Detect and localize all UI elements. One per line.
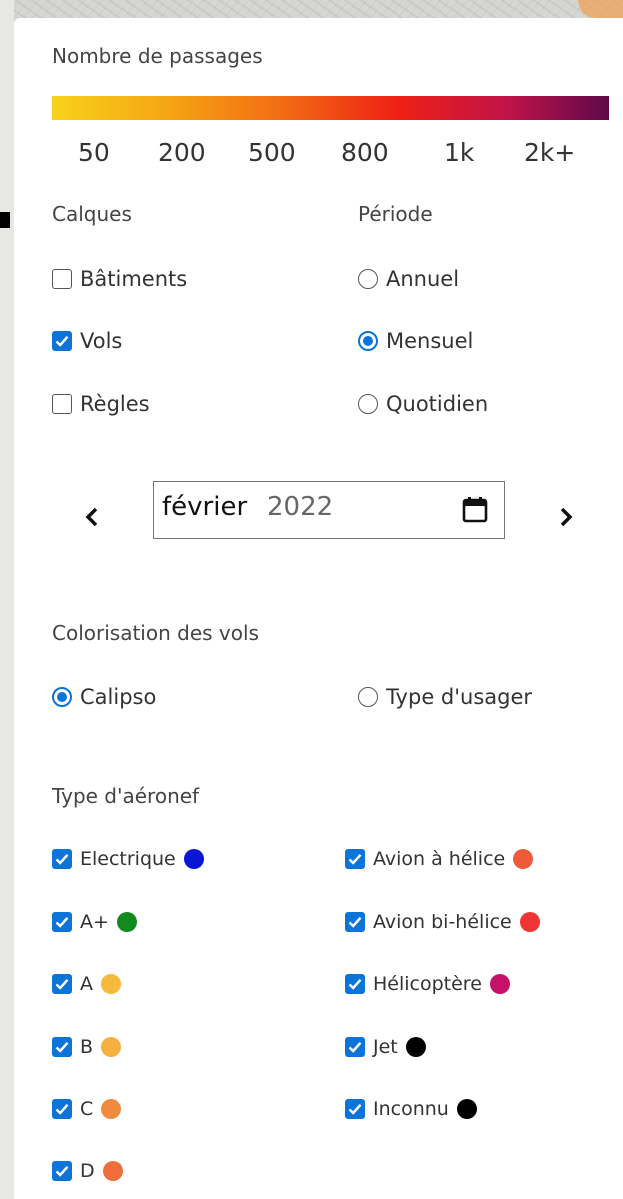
color-dot-icon: [456, 1099, 477, 1119]
radio-icon[interactable]: [358, 269, 378, 289]
aircraft-jet[interactable]: Jet: [345, 1032, 426, 1062]
checkbox-checked-icon[interactable]: [345, 849, 365, 869]
aircraft-label: B: [80, 1036, 94, 1058]
radio-selected-icon[interactable]: [52, 687, 72, 707]
period-quotidien[interactable]: Quotidien: [358, 389, 488, 419]
coloring-calipso[interactable]: Calipso: [52, 682, 156, 712]
radio-icon[interactable]: [358, 394, 378, 414]
aircraft-helicoptere[interactable]: Hélicoptère: [345, 969, 510, 999]
aircraft-label: Inconnu: [373, 1098, 449, 1120]
aircraft-label: Avion à hélice: [373, 848, 506, 870]
coloring-title: Colorisation des vols: [52, 621, 259, 645]
aircraft-label: Electrique: [80, 848, 176, 870]
map-feature: [578, 0, 623, 18]
checkbox-checked-icon[interactable]: [345, 974, 365, 994]
aircraft-title: Type d'aéronef: [52, 784, 200, 808]
aircraft-label: A: [80, 973, 93, 995]
color-dot-icon: [519, 912, 540, 932]
legend-tick: 500: [248, 138, 296, 167]
month-input[interactable]: février 2022: [153, 481, 505, 539]
aircraft-c[interactable]: C: [52, 1094, 122, 1124]
aircraft-electrique[interactable]: Electrique: [52, 844, 204, 874]
color-dot-icon: [116, 912, 137, 932]
chevron-right-icon: [560, 507, 573, 527]
coloring-type-usager[interactable]: Type d'usager: [358, 682, 532, 712]
color-dot-icon: [101, 1037, 122, 1057]
legend-ticks: 50 200 500 800 1k 2k+: [52, 138, 609, 172]
aircraft-a-plus[interactable]: A+: [52, 907, 137, 937]
layer-batiments[interactable]: Bâtiments: [52, 264, 187, 294]
legend-tick: 800: [341, 138, 389, 167]
aircraft-label: D: [80, 1160, 95, 1182]
calendar-icon[interactable]: [462, 496, 488, 528]
radio-icon[interactable]: [358, 687, 378, 707]
aircraft-label: Hélicoptère: [373, 973, 482, 995]
aircraft-avion-bi-helice[interactable]: Avion bi-hélice: [345, 907, 540, 937]
layer-label: Règles: [80, 392, 150, 416]
coloring-label: Calipso: [80, 685, 157, 709]
period-label: Mensuel: [386, 329, 474, 353]
aircraft-avion-helice[interactable]: Avion à hélice: [345, 844, 534, 874]
checkbox-checked-icon[interactable]: [52, 912, 72, 932]
aircraft-inconnu[interactable]: Inconnu: [345, 1094, 477, 1124]
layer-vols[interactable]: Vols: [52, 326, 122, 356]
chevron-left-icon: [85, 507, 98, 527]
map-marker: [0, 212, 10, 228]
period-title: Période: [358, 202, 433, 226]
checkbox-checked-icon[interactable]: [345, 1099, 365, 1119]
checkbox-checked-icon[interactable]: [52, 331, 72, 351]
period-label: Annuel: [386, 267, 460, 291]
aircraft-label: A+: [80, 911, 109, 933]
next-month-button[interactable]: [551, 497, 581, 537]
period-annuel[interactable]: Annuel: [358, 264, 459, 294]
previous-month-button[interactable]: [77, 497, 107, 537]
color-dot-icon: [513, 849, 534, 869]
checkbox-checked-icon[interactable]: [52, 974, 72, 994]
color-dot-icon: [102, 1161, 123, 1181]
radio-selected-icon[interactable]: [358, 331, 378, 351]
layer-label: Vols: [80, 329, 123, 353]
checkbox-checked-icon[interactable]: [52, 1099, 72, 1119]
color-dot-icon: [183, 849, 204, 869]
layer-label: Bâtiments: [80, 267, 188, 291]
aircraft-label: Avion bi-hélice: [373, 911, 512, 933]
checkbox-checked-icon[interactable]: [52, 849, 72, 869]
coloring-label: Type d'usager: [386, 685, 533, 709]
legend-title: Nombre de passages: [52, 44, 263, 68]
aircraft-b[interactable]: B: [52, 1032, 122, 1062]
checkbox-checked-icon[interactable]: [52, 1037, 72, 1057]
aircraft-label: C: [80, 1098, 94, 1120]
legend-color-scale: [52, 96, 609, 120]
legend-tick: 1k: [444, 138, 475, 167]
legend-tick: 2k+: [524, 138, 576, 167]
layer-regles[interactable]: Règles: [52, 389, 150, 419]
period-label: Quotidien: [386, 392, 489, 416]
legend-tick: 50: [78, 138, 110, 167]
date-month[interactable]: février: [162, 492, 247, 522]
color-dot-icon: [101, 1099, 122, 1119]
color-dot-icon: [101, 974, 121, 994]
layers-title: Calques: [52, 202, 132, 226]
checkbox-icon[interactable]: [52, 269, 72, 289]
color-dot-icon: [405, 1037, 426, 1057]
checkbox-icon[interactable]: [52, 394, 72, 414]
date-year[interactable]: 2022: [267, 492, 333, 522]
checkbox-checked-icon[interactable]: [345, 912, 365, 932]
control-panel: Nombre de passages 50 200 500 800 1k 2k+…: [14, 18, 623, 1199]
aircraft-a[interactable]: A: [52, 969, 121, 999]
map-edge: [0, 0, 14, 1199]
checkbox-checked-icon[interactable]: [52, 1161, 72, 1181]
period-mensuel[interactable]: Mensuel: [358, 326, 473, 356]
legend-tick: 200: [158, 138, 206, 167]
checkbox-checked-icon[interactable]: [345, 1037, 365, 1057]
aircraft-d[interactable]: D: [52, 1156, 123, 1186]
aircraft-label: Jet: [373, 1036, 398, 1058]
color-dot-icon: [489, 974, 510, 994]
